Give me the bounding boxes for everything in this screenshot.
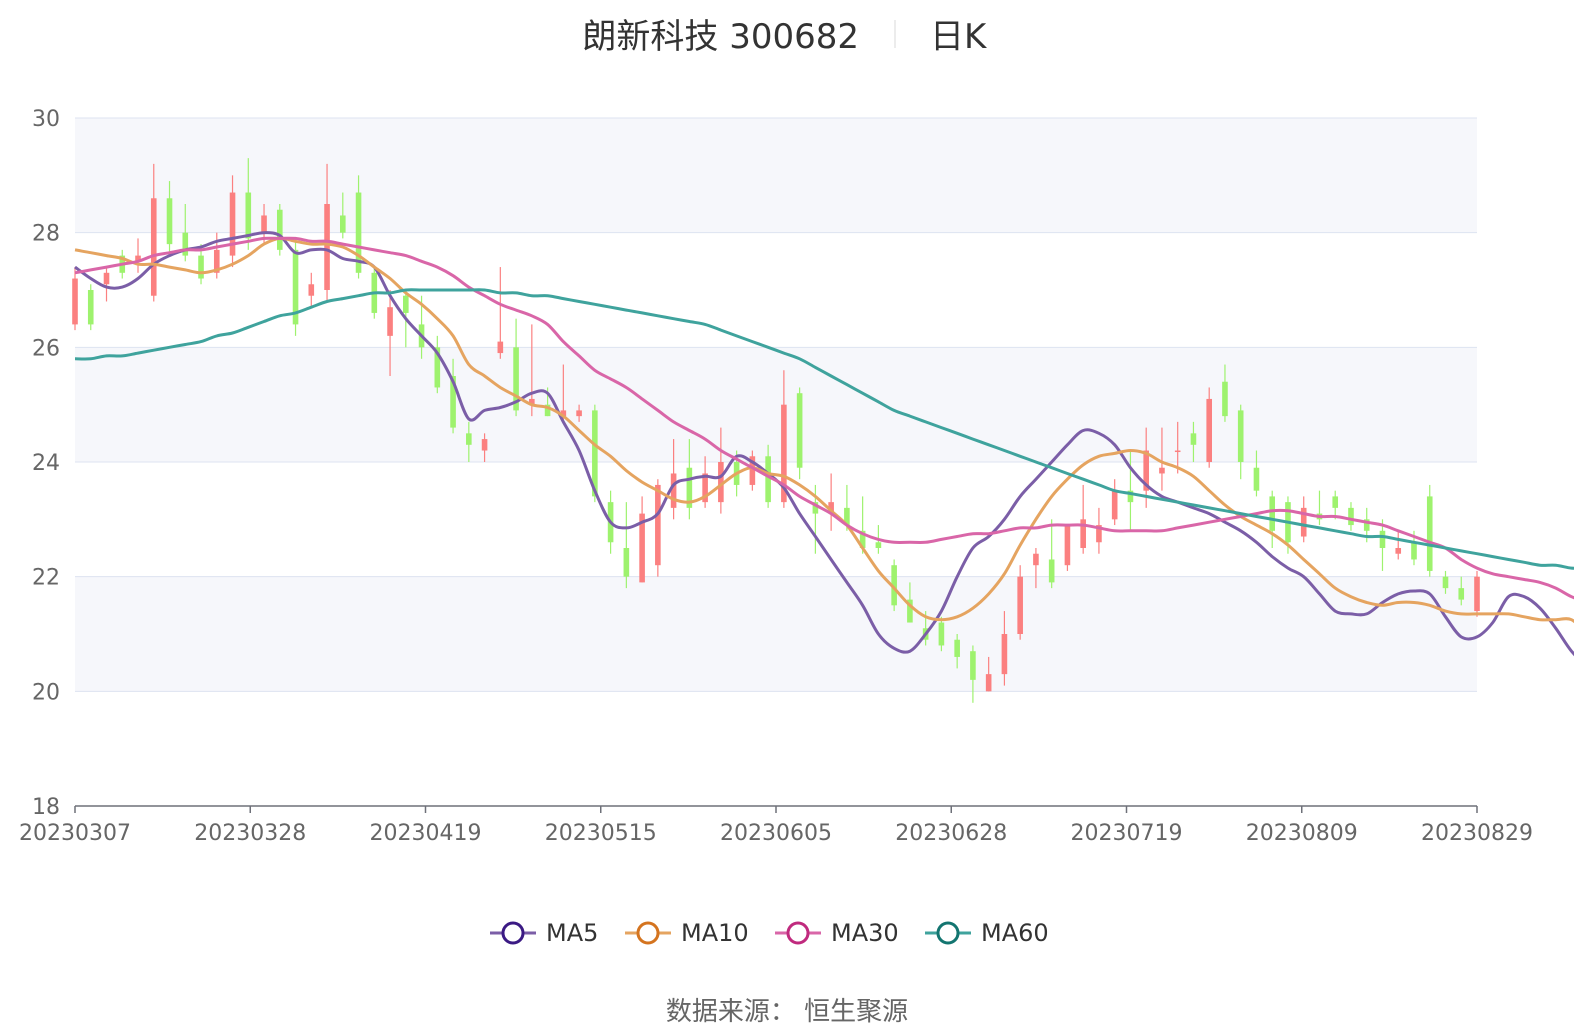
y-tick-label: 18 [32, 795, 60, 820]
legend-marker [636, 921, 660, 945]
candle-body [261, 215, 267, 233]
y-tick-label: 30 [32, 107, 60, 132]
candle-body [166, 198, 173, 245]
legend-label: MA5 [546, 919, 598, 947]
candle-body [985, 674, 992, 692]
candle-body [229, 192, 236, 256]
legend-label: MA60 [981, 919, 1049, 947]
candle-body [1426, 496, 1433, 571]
legend-label: MA10 [681, 919, 749, 947]
legend-label: MA30 [831, 919, 899, 947]
candle-body [1064, 525, 1071, 566]
candle-body [576, 410, 582, 417]
candle-body [623, 548, 630, 577]
candle-body [938, 622, 945, 646]
legend-marker [786, 921, 810, 945]
candle-body [1442, 576, 1449, 589]
candle-body [1017, 576, 1023, 634]
legend-item-ma10[interactable]: MA10 [625, 919, 749, 947]
candle-body [387, 307, 393, 336]
candle-body [72, 278, 78, 325]
candle-body [1159, 467, 1165, 474]
y-tick-label: 26 [32, 336, 60, 361]
y-axis: 18 20 22 24 26 28 30 [32, 107, 60, 820]
candle-body [1269, 496, 1276, 531]
legend-marker [501, 921, 525, 945]
legend[interactable]: MA5 MA10 MA30 MA60 [490, 919, 1049, 947]
legend-item-ma60[interactable]: MA60 [925, 919, 1049, 947]
candle-body [954, 639, 960, 657]
candle-body [1033, 553, 1039, 566]
candle-body [1395, 548, 1402, 554]
candle-body [1379, 530, 1386, 548]
candle-body [970, 651, 976, 680]
legend-marker [936, 921, 960, 945]
candle-body [1237, 410, 1244, 462]
background-bands [75, 118, 1477, 692]
x-tick-label: 20230328 [194, 821, 306, 846]
candle-body [87, 290, 94, 325]
x-axis: 20230307 20230328 20230419 20230515 20230605… [19, 805, 1533, 846]
candle-body [1190, 433, 1197, 445]
candle-body [655, 484, 661, 566]
candle-body [796, 393, 803, 468]
x-tick-label: 20230829 [1421, 821, 1533, 846]
candle-body [403, 295, 409, 313]
y-tick-label: 22 [32, 566, 60, 591]
candle-body [182, 232, 189, 256]
candle-body [1222, 381, 1228, 417]
candle-body [1474, 576, 1480, 612]
candle-body [1411, 542, 1417, 560]
x-tick-label: 20230307 [19, 821, 131, 846]
band-20-22 [75, 576, 1477, 692]
candle-body [481, 439, 488, 451]
candle-body [150, 198, 157, 296]
candle-body [1332, 496, 1339, 508]
candle-body [198, 255, 204, 279]
candle-body [1111, 490, 1118, 520]
candle-body [1048, 559, 1055, 583]
candle-body [276, 209, 283, 250]
y-tick-label: 20 [32, 680, 60, 705]
kline-chart: 朗新科技 300682 日K 18202224262830 20230307 20… [19, 17, 1574, 1027]
candle-body [324, 204, 330, 290]
candle-body [1458, 588, 1465, 600]
candle-body [1001, 634, 1008, 675]
x-tick-label: 20230628 [895, 821, 1007, 846]
x-tick-label: 20230515 [545, 821, 657, 846]
chart-subtitle: 日K [930, 17, 988, 57]
candle-body [1253, 467, 1260, 491]
candle-body [497, 341, 504, 354]
candle-body [1206, 398, 1213, 462]
y-tick-label: 28 [32, 222, 60, 247]
legend-item-ma5[interactable]: MA5 [490, 919, 598, 947]
x-tick-label: 20230719 [1071, 821, 1183, 846]
y-tick-label: 24 [32, 451, 60, 476]
x-tick-label: 20230419 [370, 821, 482, 846]
candle-body [103, 272, 110, 285]
x-tick-label: 20230605 [720, 821, 832, 846]
candle-body [1174, 450, 1181, 453]
band-28-30 [75, 118, 1477, 233]
candle-body [466, 433, 472, 445]
candle-body [875, 542, 882, 548]
legend-item-ma30[interactable]: MA30 [775, 919, 899, 947]
candle-body [339, 215, 346, 233]
candle-body [245, 192, 252, 239]
candle-body [1348, 507, 1354, 526]
x-tick-label: 20230809 [1246, 821, 1358, 846]
candle-body [765, 456, 771, 503]
chart-title: 朗新科技 300682 [582, 17, 859, 57]
band-24-26 [75, 347, 1477, 462]
data-source: 数据来源： 恒生聚源 [666, 997, 908, 1027]
candle-body [670, 473, 677, 508]
candle-body [308, 284, 315, 296]
